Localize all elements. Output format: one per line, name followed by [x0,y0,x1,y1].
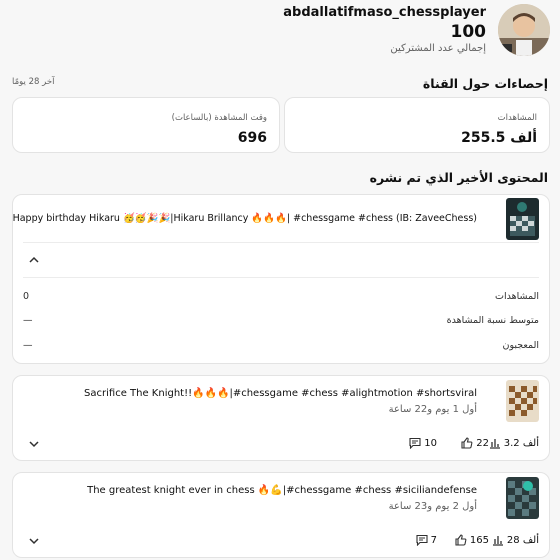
avg-view-percent-label: متوسط نسبة المشاهدة [446,315,539,326]
views-value: 28 ألف [506,534,539,546]
likes-metric: 165 [455,534,489,546]
video-age: أول 1 يوم و22 ساعة [388,404,477,415]
comments-value: 10 [424,437,437,449]
stats-section-title: إحصاءات حول القناة [422,76,548,91]
watch-time-label: وقت المشاهدة (بالساعات) [171,113,267,123]
watch-time-value: 696 [237,130,267,146]
divider [23,242,539,243]
likes-value: 22 [476,437,489,449]
thumbs-up-icon [455,534,467,546]
comment-icon [409,437,421,449]
video-thumbnail[interactable] [506,477,539,519]
channel-name[interactable]: abdallatifmaso_chessplayer [283,5,486,20]
recent-section-title: المحتوى الأخير الذي تم نشره [369,170,548,185]
featured-video-title[interactable]: Happy birthday Hikaru 🥳🥳🎉🎉|Hikaru Brilla… [13,213,477,224]
chevron-up-icon[interactable] [27,253,41,267]
views-row-value: 0 [23,291,30,302]
thumbs-up-icon [461,437,473,449]
channel-avatar[interactable] [498,4,550,56]
views-value: 255.5 ألف [461,130,537,146]
chess-thumbnail-image [506,198,539,240]
comments-metric: 7 [416,534,437,546]
views-metric: 3.2 ألف [489,437,539,449]
period-label: آخر 28 يومًا [12,77,55,87]
video-card[interactable]: Sacrifice The Knight!!🔥🔥🔥|#chessgame #ch… [12,375,550,461]
comment-icon [416,534,428,546]
avg-view-percent-value: — [23,315,33,326]
views-row-label: المشاهدات [495,291,539,302]
bar-chart-icon [489,439,500,449]
views-label: المشاهدات [497,113,537,123]
likes-metric: 22 [461,437,489,449]
video-title[interactable]: The greatest knight ever in chess 🔥💪|#ch… [87,485,477,496]
video-card[interactable]: The greatest knight ever in chess 🔥💪|#ch… [12,472,550,558]
likes-row-label: المعجبون [502,340,540,351]
chessboard-thumbnail-image [506,380,539,422]
chevron-down-icon[interactable] [27,437,41,451]
video-title[interactable]: Sacrifice The Knight!!🔥🔥🔥|#chessgame #ch… [84,388,477,399]
views-metric: 28 ألف [492,534,539,546]
comments-metric: 10 [409,437,437,449]
likes-row-value: — [23,340,33,351]
divider [23,277,539,278]
subscriber-label: إجمالي عدد المشتركين [390,43,486,54]
featured-video-thumbnail[interactable] [506,198,539,240]
chess-knight-thumbnail-image [506,477,539,519]
bar-chart-icon [492,536,503,546]
avatar-photo [498,4,550,56]
featured-video-card[interactable]: Happy birthday Hikaru 🥳🥳🎉🎉|Hikaru Brilla… [12,194,550,364]
watch-time-stat-card[interactable]: وقت المشاهدة (بالساعات) 696 [12,97,280,153]
video-age: أول 2 يوم و23 ساعة [388,501,477,512]
video-thumbnail[interactable] [506,380,539,422]
likes-value: 165 [469,534,489,546]
chevron-down-icon[interactable] [27,534,41,548]
subscriber-count: 100 [450,22,487,42]
views-stat-card[interactable]: المشاهدات 255.5 ألف [284,97,550,153]
views-value: 3.2 ألف [503,437,539,449]
comments-value: 7 [430,534,437,546]
